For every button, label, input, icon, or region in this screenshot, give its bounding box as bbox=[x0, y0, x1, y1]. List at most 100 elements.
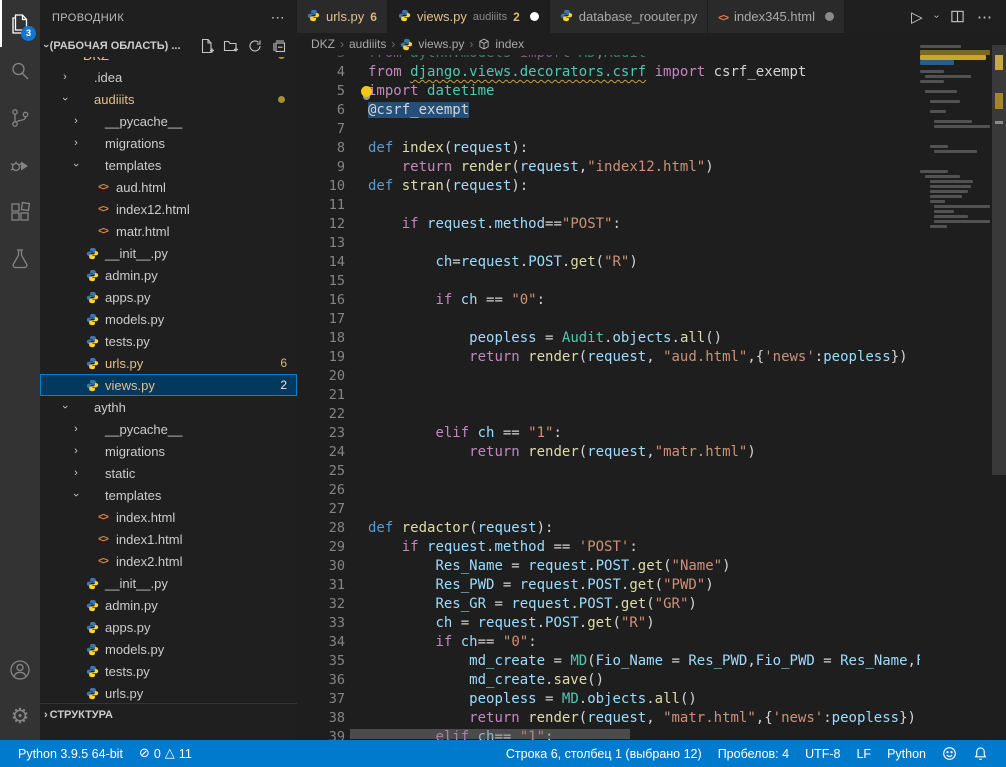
code-line-3[interactable]: 3from aythh.models import MD,Audit bbox=[297, 55, 920, 63]
tree-item-index12.html[interactable]: <>index12.html bbox=[40, 198, 297, 220]
code-line-20[interactable]: 20 bbox=[297, 367, 920, 386]
tree-item-__pycache__[interactable]: ›__pycache__ bbox=[40, 418, 297, 440]
code-line-19[interactable]: 19 return render(request, "aud.html",{'n… bbox=[297, 348, 920, 367]
tree-item-audiiits[interactable]: ›audiiits bbox=[40, 88, 297, 110]
collapse-all-icon[interactable] bbox=[271, 38, 287, 54]
code-line-22[interactable]: 22 bbox=[297, 405, 920, 424]
explorer-more-actions[interactable]: ⋯ bbox=[271, 9, 285, 26]
code-line-30[interactable]: 30 Res_Name = request.POST.get("Name") bbox=[297, 557, 920, 576]
tree-item-templates[interactable]: ›templates bbox=[40, 154, 297, 176]
scrollbar-thumb[interactable] bbox=[992, 45, 1006, 475]
code-line-15[interactable]: 15 bbox=[297, 272, 920, 291]
eol-status[interactable]: LF bbox=[848, 747, 879, 761]
lightbulb-icon[interactable] bbox=[361, 86, 372, 97]
python-interpreter-status[interactable]: Python 3.9.5 64-bit bbox=[10, 740, 131, 767]
horizontal-scrollbar[interactable] bbox=[350, 729, 630, 739]
tree-item-DKZ[interactable]: ›DKZ bbox=[40, 57, 297, 66]
code-line-16[interactable]: 16 if ch == "0": bbox=[297, 291, 920, 310]
explorer-icon[interactable]: 3 bbox=[0, 0, 40, 47]
tree-item-index2.html[interactable]: <>index2.html bbox=[40, 550, 297, 572]
tree-item-templates[interactable]: ›templates bbox=[40, 484, 297, 506]
more-actions-icon[interactable]: ⋯ bbox=[977, 8, 992, 26]
new-file-icon[interactable] bbox=[199, 38, 215, 54]
breadcrumb-item-dkz[interactable]: DKZ bbox=[311, 37, 335, 51]
tree-item-urls.py[interactable]: urls.py6 bbox=[40, 352, 297, 374]
encoding-status[interactable]: UTF-8 bbox=[797, 747, 848, 761]
tree-item-.idea[interactable]: ›.idea bbox=[40, 66, 297, 88]
settings-gear-icon[interactable]: ⚙ bbox=[0, 693, 40, 740]
code-line-14[interactable]: 14 ch=request.POST.get("R") bbox=[297, 253, 920, 272]
tree-item-tests.py[interactable]: tests.py bbox=[40, 330, 297, 352]
code-line-8[interactable]: 8def index(request): bbox=[297, 139, 920, 158]
code-line-27[interactable]: 27 bbox=[297, 500, 920, 519]
tree-item-models.py[interactable]: models.py bbox=[40, 638, 297, 660]
tree-item-apps.py[interactable]: apps.py bbox=[40, 286, 297, 308]
notifications-bell-icon[interactable] bbox=[965, 746, 996, 761]
code-line-25[interactable]: 25 bbox=[297, 462, 920, 481]
testing-icon[interactable] bbox=[0, 235, 40, 282]
cursor-position-status[interactable]: Строка 6, столбец 1 (выбрано 12) bbox=[498, 747, 710, 761]
extensions-icon[interactable] bbox=[0, 188, 40, 235]
tree-item-static[interactable]: ›static bbox=[40, 462, 297, 484]
code-line-35[interactable]: 35 md_create = MD(Fio_Name = Res_PWD,Fio… bbox=[297, 652, 920, 671]
code-line-34[interactable]: 34 if ch== "0": bbox=[297, 633, 920, 652]
run-python-file-icon[interactable]: ▷ bbox=[911, 8, 923, 26]
code-line-18[interactable]: 18 peopless = Audit.objects.all() bbox=[297, 329, 920, 348]
tree-item-tests.py[interactable]: tests.py bbox=[40, 660, 297, 682]
split-editor-icon[interactable] bbox=[950, 9, 965, 24]
tree-item-admin.py[interactable]: admin.py bbox=[40, 594, 297, 616]
tree-item-migrations[interactable]: ›migrations bbox=[40, 132, 297, 154]
code-line-31[interactable]: 31 Res_PWD = request.POST.get("PWD") bbox=[297, 576, 920, 595]
overview-ruler-scrollbar[interactable] bbox=[992, 33, 1006, 740]
tree-item-__pycache__[interactable]: ›__pycache__ bbox=[40, 110, 297, 132]
code-line-11[interactable]: 11 bbox=[297, 196, 920, 215]
code-line-12[interactable]: 12 if request.method=="POST": bbox=[297, 215, 920, 234]
tree-item-__init__.py[interactable]: __init__.py bbox=[40, 572, 297, 594]
breadcrumb-item-viewspy[interactable]: views.py bbox=[418, 37, 464, 51]
dirty-dot-icon[interactable] bbox=[825, 12, 834, 21]
code-line-21[interactable]: 21 bbox=[297, 386, 920, 405]
language-mode-status[interactable]: Python bbox=[879, 747, 934, 761]
code-line-13[interactable]: 13 bbox=[297, 234, 920, 253]
code-line-36[interactable]: 36 md_create.save() bbox=[297, 671, 920, 690]
code-line-24[interactable]: 24 return render(request,"matr.html") bbox=[297, 443, 920, 462]
code-line-6[interactable]: 6@csrf_exempt bbox=[297, 101, 920, 120]
breadcrumb-item-audiiits[interactable]: audiiits bbox=[349, 37, 386, 51]
tree-item-index1.html[interactable]: <>index1.html bbox=[40, 528, 297, 550]
code-line-10[interactable]: 10def stran(request): bbox=[297, 177, 920, 196]
outline-section-header[interactable]: › СТРУКТУРА bbox=[40, 703, 297, 725]
new-folder-icon[interactable] bbox=[223, 38, 239, 54]
run-debug-icon[interactable] bbox=[0, 141, 40, 188]
tree-item-views.py[interactable]: views.py2 bbox=[40, 374, 297, 396]
code-line-33[interactable]: 33 ch = request.POST.get("R") bbox=[297, 614, 920, 633]
search-icon[interactable] bbox=[0, 47, 40, 94]
code-line-37[interactable]: 37 peopless = MD.objects.all() bbox=[297, 690, 920, 709]
account-icon[interactable] bbox=[0, 646, 40, 693]
tab-views.py[interactable]: views.pyaudiiits2 bbox=[388, 0, 550, 33]
feedback-smiley-icon[interactable] bbox=[934, 746, 965, 761]
tree-item-index.html[interactable]: <>index.html bbox=[40, 506, 297, 528]
code-line-28[interactable]: 28def redactor(request): bbox=[297, 519, 920, 538]
tree-item-migrations[interactable]: ›migrations bbox=[40, 440, 297, 462]
tree-item-__init__.py[interactable]: __init__.py bbox=[40, 242, 297, 264]
code-line-32[interactable]: 32 Res_GR = request.POST.get("GR") bbox=[297, 595, 920, 614]
tab-index345.html[interactable]: <>index345.html bbox=[708, 0, 845, 33]
code-line-5[interactable]: 5import datetime bbox=[297, 82, 920, 101]
breadcrumb-item-index[interactable]: index bbox=[495, 37, 524, 51]
run-dropdown-chevron-icon[interactable]: › bbox=[931, 15, 942, 18]
dirty-dot-icon[interactable] bbox=[530, 12, 539, 21]
code-editor[interactable]: 3from aythh.models import MD,Audit4from … bbox=[297, 55, 920, 740]
tab-urls.py[interactable]: urls.py6 bbox=[297, 0, 388, 33]
code-line-9[interactable]: 9 return render(request,"index12.html") bbox=[297, 158, 920, 177]
code-line-26[interactable]: 26 bbox=[297, 481, 920, 500]
code-line-38[interactable]: 38 return render(request, "matr.html",{'… bbox=[297, 709, 920, 728]
minimap[interactable] bbox=[920, 45, 992, 740]
source-control-icon[interactable] bbox=[0, 94, 40, 141]
tree-item-models.py[interactable]: models.py bbox=[40, 308, 297, 330]
refresh-icon[interactable] bbox=[247, 38, 263, 54]
tree-item-admin.py[interactable]: admin.py bbox=[40, 264, 297, 286]
tree-item-matr.html[interactable]: <>matr.html bbox=[40, 220, 297, 242]
tab-database_roouter.py[interactable]: database_roouter.py bbox=[550, 0, 709, 33]
tree-item-urls.py[interactable]: urls.py bbox=[40, 682, 297, 704]
code-line-7[interactable]: 7 bbox=[297, 120, 920, 139]
